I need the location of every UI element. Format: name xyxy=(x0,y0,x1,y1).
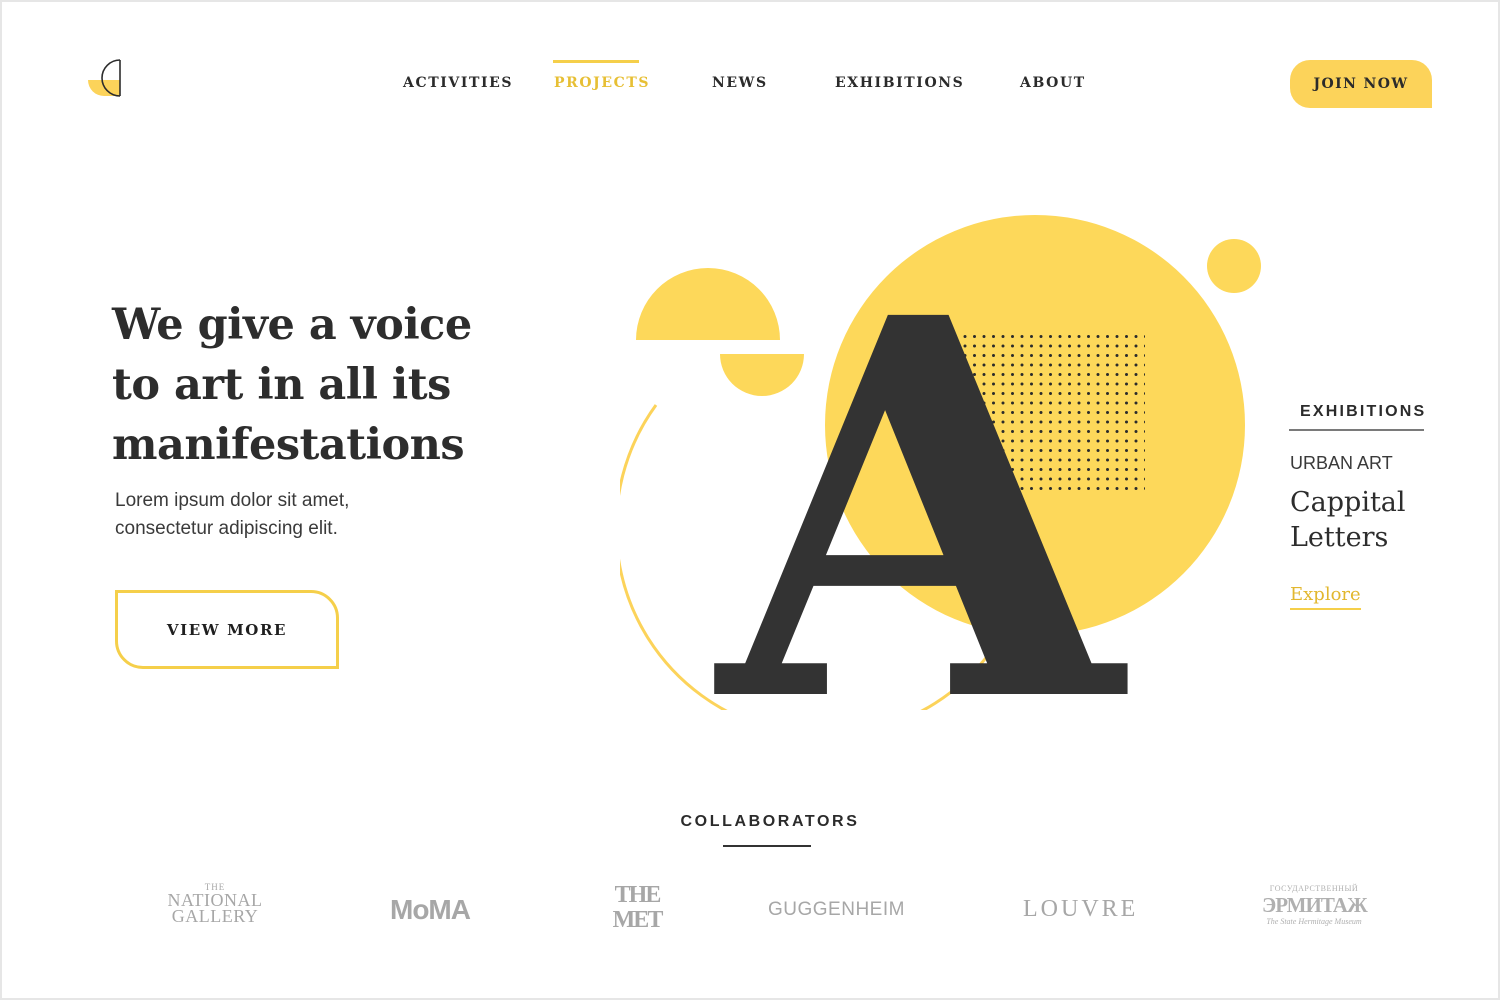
logo-text: THE xyxy=(614,882,662,908)
side-divider xyxy=(1289,429,1424,431)
collaborators-divider xyxy=(723,845,811,847)
nav-item-projects[interactable]: PROJECTS xyxy=(554,75,650,91)
side-category: URBAN ART xyxy=(1290,453,1393,473)
explore-link[interactable]: Explore xyxy=(1290,584,1361,610)
side-section-label: EXHIBITIONS xyxy=(1300,403,1427,420)
collaborators-heading: COLLABORATORS xyxy=(680,813,860,830)
side-exhibition-title: Cappital Letters xyxy=(1290,485,1480,555)
hero-title-line: manifestations xyxy=(112,420,465,470)
nav-item-about[interactable]: ABOUT xyxy=(1020,75,1086,91)
nav-item-news[interactable]: NEWS xyxy=(712,75,768,91)
hero-subtitle: Lorem ipsum dolor sit amet, consectetur … xyxy=(115,487,445,543)
hero-title-line: to art in all its xyxy=(112,360,451,410)
nav-item-activities[interactable]: ACTIVITIES xyxy=(403,75,513,91)
logo-text: ГОСУДАРСТВЕННЫЙ xyxy=(1269,884,1359,893)
met-logo[interactable]: THE MET xyxy=(612,882,664,933)
logo-text: The State Hermitage Museum xyxy=(1266,917,1362,926)
guggenheim-logo[interactable]: GUGGENHEIM xyxy=(768,899,905,921)
hero-subtitle-line: Lorem ipsum dolor sit amet, xyxy=(115,490,350,511)
join-now-button[interactable]: JOIN NOW xyxy=(1290,60,1432,108)
hero-letter-a: A xyxy=(710,210,1133,710)
hero-title: We give a voice to art in all its manife… xyxy=(112,295,532,475)
nav-item-exhibitions[interactable]: EXHIBITIONS xyxy=(835,75,964,91)
active-nav-indicator xyxy=(553,60,639,63)
logo-text: MET xyxy=(612,907,664,933)
view-more-button[interactable]: VIEW MORE xyxy=(115,590,339,669)
logo-text: ЭРМИТАЖ xyxy=(1262,893,1368,917)
louvre-logo[interactable]: LOUVRE xyxy=(1023,896,1138,923)
moma-logo[interactable]: MoMA xyxy=(390,894,471,926)
main-nav: ACTIVITIES PROJECTS NEWS EXHIBITIONS ABO… xyxy=(0,75,1500,99)
hero-title-line: We give a voice xyxy=(112,300,472,350)
hero-subtitle-line: consectetur adipiscing elit. xyxy=(115,518,338,539)
hero-illustration: A xyxy=(620,210,1261,710)
side-title-line: Cappital xyxy=(1290,487,1406,518)
hermitage-logo[interactable]: ГОСУДАРСТВЕННЫЙ ЭРМИТАЖ The State Hermit… xyxy=(1262,884,1368,926)
logo-text: GALLERY xyxy=(171,906,259,926)
national-gallery-logo[interactable]: THE NATIONAL GALLERY xyxy=(160,883,270,926)
small-yellow-circle xyxy=(1207,239,1261,293)
side-title-line: Letters xyxy=(1290,522,1389,553)
